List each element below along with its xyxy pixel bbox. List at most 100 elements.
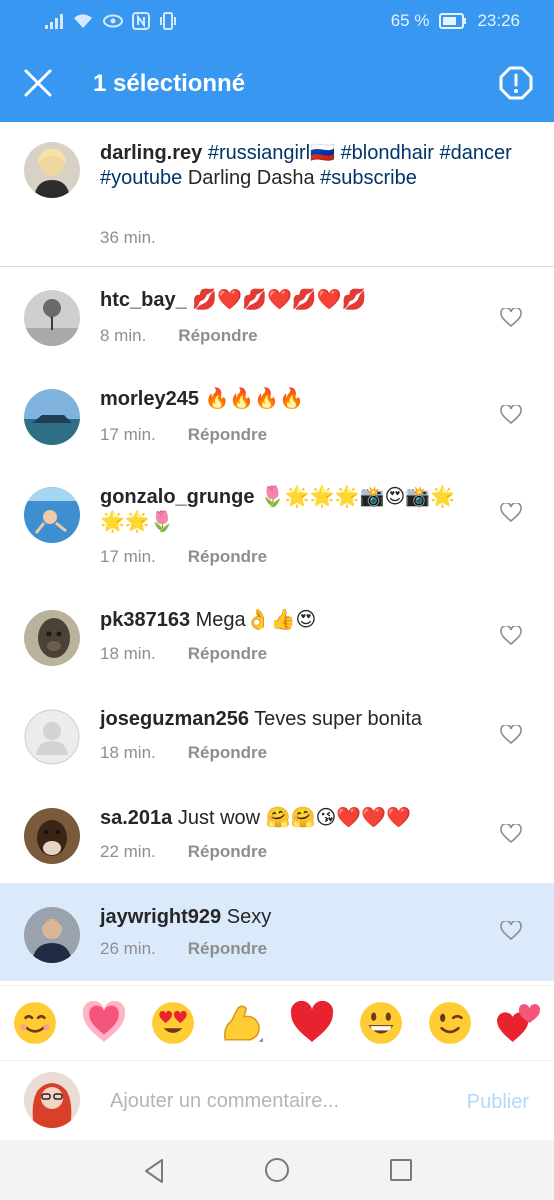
comment-time: 17 min. [100, 425, 156, 444]
comment-row-selected[interactable]: jaywright929 Sexy 26 min. Répondre [0, 883, 554, 981]
caption-username[interactable]: darling.rey [100, 142, 202, 164]
avatar[interactable] [24, 808, 80, 864]
comment-time: 26 min. [100, 939, 156, 958]
status-bar: 65 % 23:26 [0, 0, 554, 44]
clock: 23:26 [477, 11, 520, 30]
caption-plain-text: Darling Dasha [187, 167, 315, 189]
reply-button[interactable]: Répondre [188, 743, 267, 762]
close-icon[interactable] [20, 65, 56, 101]
comment-row[interactable]: joseguzman256 Teves super bonita 18 min.… [0, 685, 554, 783]
comment-text: Mega👌👍😍 [195, 609, 317, 631]
comment-username[interactable]: gonzalo_grunge [100, 486, 254, 508]
heart-icon[interactable] [500, 503, 522, 523]
comment-meta: 18 min. Répondre [100, 644, 267, 664]
comment-meta: 17 min. Répondre [100, 425, 267, 445]
comment-text: Sexy [226, 906, 272, 928]
comment-username[interactable]: morley245 [100, 388, 199, 410]
selection-title: 1 sélectionné [93, 70, 246, 97]
avatar[interactable] [24, 487, 80, 543]
post-caption: darling.rey #russiangirl🇷🇺 #blondhair #d… [0, 122, 554, 267]
comment-time: 18 min. [100, 644, 156, 663]
winking-face-emoji-button[interactable] [427, 1000, 473, 1046]
heart-icon[interactable] [500, 405, 522, 425]
back-icon[interactable] [142, 1158, 166, 1184]
comment-row[interactable]: gonzalo_grunge 🌷🌟🌟🌟📸😍📸🌟🌟🌟🌷 17 min. Répond… [0, 463, 554, 586]
caption-time: 36 min. [100, 228, 156, 247]
comment-row[interactable]: htc_bay_ 💋❤️💋❤️💋❤️💋 8 min. Répondre [0, 266, 554, 364]
comment-row[interactable]: sa.201a Just wow 🤗🤗😘❤️❤️❤️ 22 min. Répond… [0, 784, 554, 882]
comment-body: jaywright929 Sexy [100, 905, 480, 930]
red-heart-emoji-button[interactable] [289, 1000, 335, 1046]
reply-button[interactable]: Répondre [188, 644, 267, 663]
avatar[interactable] [24, 709, 80, 765]
comment-username[interactable]: joseguzman256 [100, 708, 249, 730]
reply-button[interactable]: Répondre [188, 939, 267, 958]
signal-icon [45, 14, 63, 29]
hashtag-link[interactable]: #russiangirl [208, 142, 310, 164]
hashtag-link[interactable]: #subscribe [320, 167, 417, 189]
comment-time: 17 min. [100, 547, 156, 566]
comment-body: pk387163 Mega👌👍😍 [100, 608, 480, 633]
comment-meta: 18 min. Répondre [100, 743, 267, 763]
grinning-face-emoji-button[interactable] [358, 1000, 404, 1046]
recent-apps-icon[interactable] [389, 1158, 413, 1182]
reply-button[interactable]: Répondre [188, 425, 267, 444]
smiling-face-emoji-button[interactable] [12, 1000, 58, 1046]
comment-time: 22 min. [100, 842, 156, 861]
flexed-biceps-emoji-button[interactable] [219, 1000, 265, 1046]
comment-meta: 8 min. Répondre [100, 326, 258, 346]
avatar [24, 1072, 80, 1128]
avatar[interactable] [24, 142, 80, 198]
comment-text: Just wow 🤗🤗😘❤️❤️❤️ [177, 807, 412, 829]
comment-composer: Ajouter un commentaire... Publier [0, 1062, 554, 1140]
hashtag-link[interactable]: #dancer [440, 142, 512, 164]
wifi-icon [74, 14, 92, 28]
nfc-icon [132, 12, 150, 30]
comment-text: 💋❤️💋❤️💋❤️💋 [192, 289, 367, 311]
emoji-quick-bar [0, 985, 554, 1061]
avatar[interactable] [24, 610, 80, 666]
home-icon[interactable] [264, 1157, 290, 1183]
comment-username[interactable]: sa.201a [100, 807, 172, 829]
publish-button[interactable]: Publier [467, 1091, 529, 1114]
flag-emoji: 🇷🇺 [310, 142, 335, 164]
comment-time: 8 min. [100, 326, 147, 345]
comment-body: joseguzman256 Teves super bonita [100, 707, 480, 732]
battery-icon [439, 13, 467, 29]
comment-meta: 22 min. Répondre [100, 842, 267, 862]
reply-button[interactable]: Répondre [178, 326, 257, 345]
avatar[interactable] [24, 290, 80, 346]
vibrate-icon [160, 12, 176, 30]
comment-username[interactable]: pk387163 [100, 609, 190, 631]
avatar[interactable] [24, 389, 80, 445]
comment-username[interactable]: jaywright929 [100, 906, 221, 928]
status-icons-left [44, 12, 178, 30]
comment-input[interactable]: Ajouter un commentaire... [110, 1090, 339, 1113]
reply-button[interactable]: Répondre [188, 842, 267, 861]
heart-icon[interactable] [500, 921, 522, 941]
comment-meta: 17 min. Répondre [100, 547, 267, 567]
battery-percent: 65 % [390, 11, 430, 30]
hashtag-link[interactable]: #blondhair [341, 142, 434, 164]
comment-text: Teves super bonita [254, 708, 423, 730]
comment-username[interactable]: htc_bay_ [100, 289, 187, 311]
hashtag-link[interactable]: #youtube [100, 167, 182, 189]
report-icon[interactable] [498, 65, 534, 101]
comment-meta: 26 min. Répondre [100, 939, 267, 959]
eye-icon [103, 14, 123, 28]
heart-icon[interactable] [500, 626, 522, 646]
status-right: 65 % 23:26 [391, 11, 520, 31]
comment-row[interactable]: pk387163 Mega👌👍😍 18 min. Répondre [0, 586, 554, 684]
comment-text: 🔥🔥🔥🔥 [204, 388, 305, 410]
reply-button[interactable]: Répondre [188, 547, 267, 566]
heart-icon[interactable] [500, 308, 522, 328]
avatar[interactable] [24, 907, 80, 963]
growing-heart-emoji-button[interactable] [81, 1000, 127, 1046]
system-navigation-bar [0, 1140, 554, 1200]
heart-icon[interactable] [500, 725, 522, 745]
heart-icon[interactable] [500, 824, 522, 844]
comment-body: sa.201a Just wow 🤗🤗😘❤️❤️❤️ [100, 806, 480, 831]
heart-eyes-emoji-button[interactable] [150, 1000, 196, 1046]
comment-row[interactable]: morley245 🔥🔥🔥🔥 17 min. Répondre [0, 365, 554, 463]
two-hearts-emoji-button[interactable] [496, 1000, 542, 1046]
